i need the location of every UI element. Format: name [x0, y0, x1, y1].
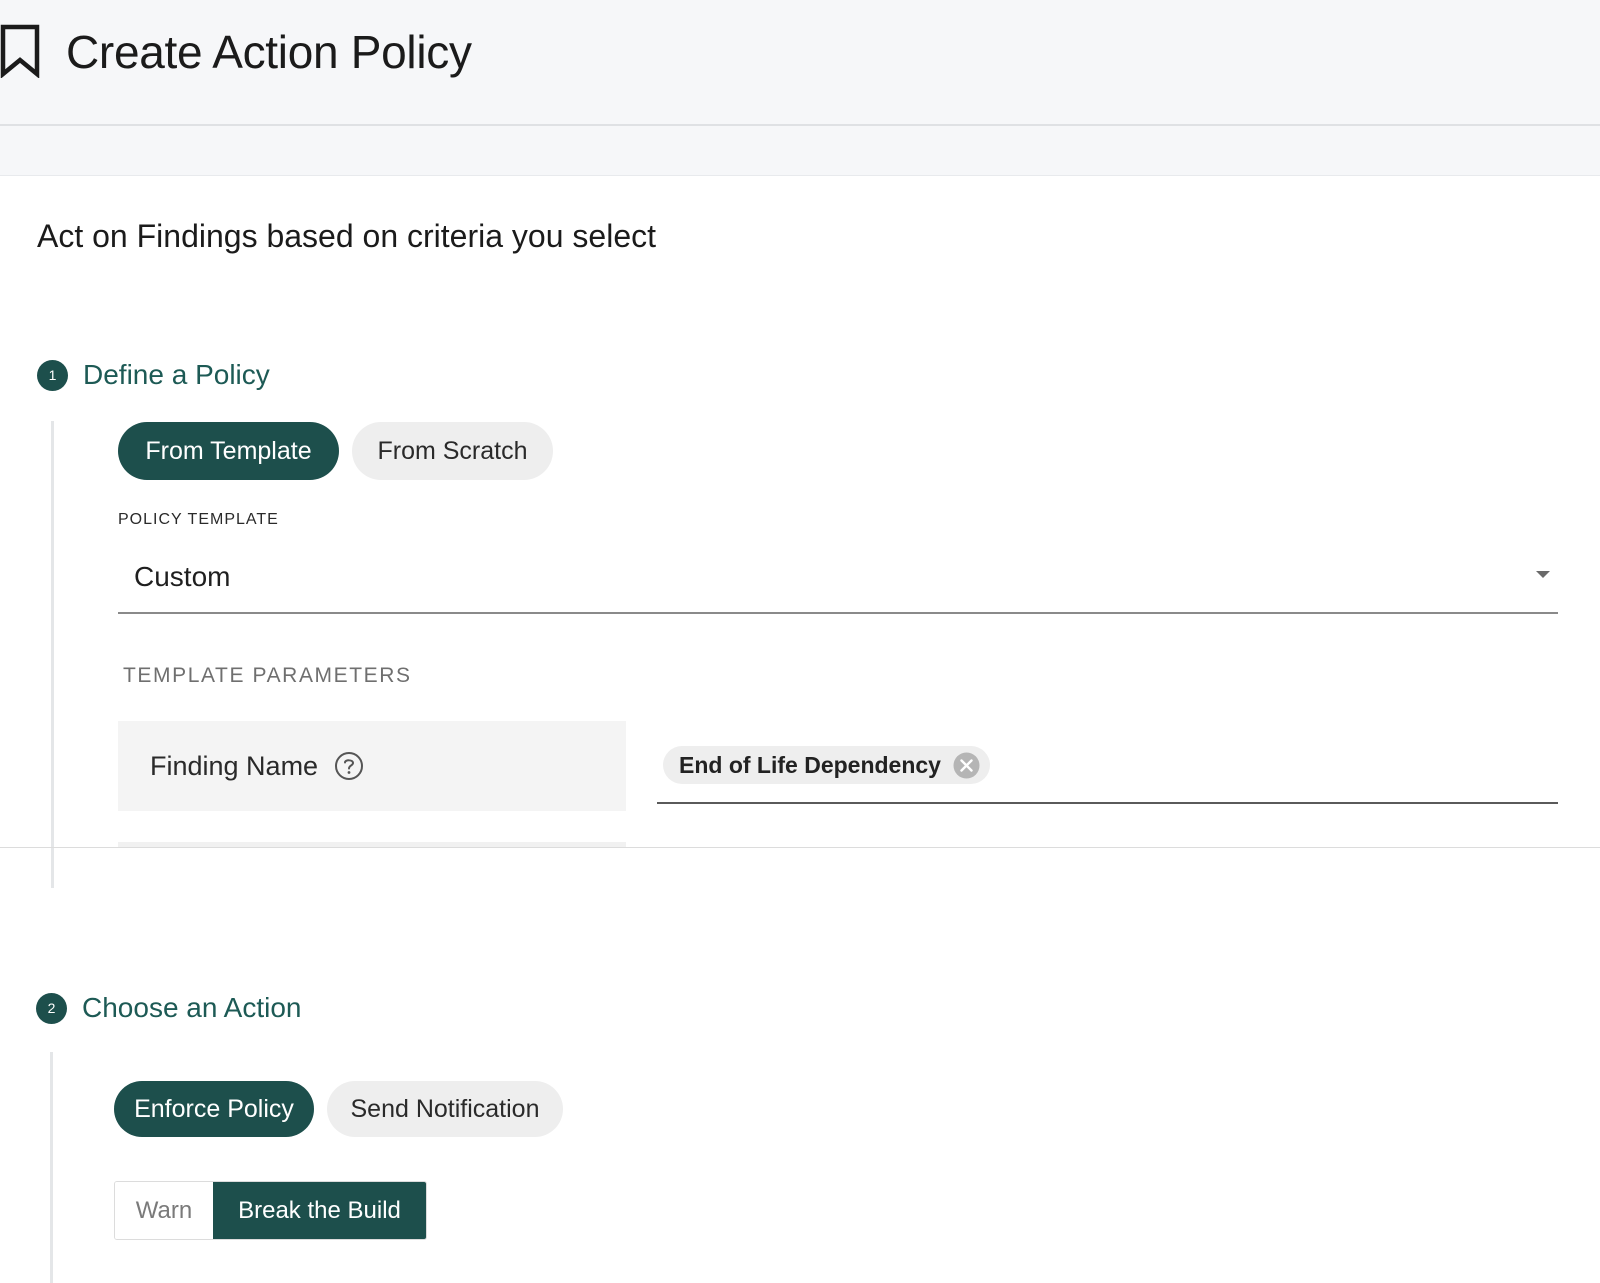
param-finding-name: Finding Name — [118, 721, 626, 811]
send-notification-button[interactable]: Send Notification — [327, 1081, 563, 1137]
template-parameters-label: TEMPLATE PARAMETERS — [123, 664, 412, 687]
from-scratch-button[interactable]: From Scratch — [352, 422, 553, 480]
step-number: 1 — [37, 359, 68, 391]
page-subtitle: Act on Findings based on criteria you se… — [37, 218, 656, 254]
step-title: Define a Policy — [83, 359, 270, 390]
step-2-connector — [50, 1052, 53, 1283]
step-title: Choose an Action — [82, 992, 302, 1023]
bookmark-icon[interactable] — [0, 24, 42, 78]
policy-template-value: Custom — [134, 561, 231, 592]
step-2-header: 2 Choose an Action — [36, 992, 302, 1024]
header-subband — [0, 126, 1600, 176]
chip: End of Life Dependency — [663, 746, 990, 784]
section-divider — [0, 847, 1600, 848]
step-number: 2 — [36, 992, 67, 1024]
policy-template-select[interactable]: Custom — [118, 553, 1558, 614]
step-1-connector — [51, 421, 54, 888]
from-template-button[interactable]: From Template — [118, 422, 339, 480]
warn-option[interactable]: Warn — [115, 1182, 213, 1239]
help-circle-icon[interactable] — [334, 751, 364, 781]
page-header: Create Action Policy — [0, 0, 1600, 126]
remove-chip-icon[interactable] — [953, 752, 980, 779]
chip-label: End of Life Dependency — [679, 751, 941, 778]
caret-down-icon — [1536, 571, 1550, 578]
page: Create Action Policy Act on Findings bas… — [0, 0, 1600, 1283]
finding-name-input[interactable]: End of Life Dependency — [657, 744, 1558, 804]
param-label: Finding Name — [150, 750, 319, 781]
page-title: Create Action Policy — [66, 26, 472, 78]
break-the-build-option[interactable]: Break the Build — [213, 1182, 426, 1239]
enforce-policy-button[interactable]: Enforce Policy — [114, 1081, 314, 1137]
action-mode-toggle: Warn Break the Build — [114, 1181, 427, 1240]
step-1-header: 1 Define a Policy — [37, 359, 270, 391]
policy-template-label: POLICY TEMPLATE — [118, 511, 279, 528]
